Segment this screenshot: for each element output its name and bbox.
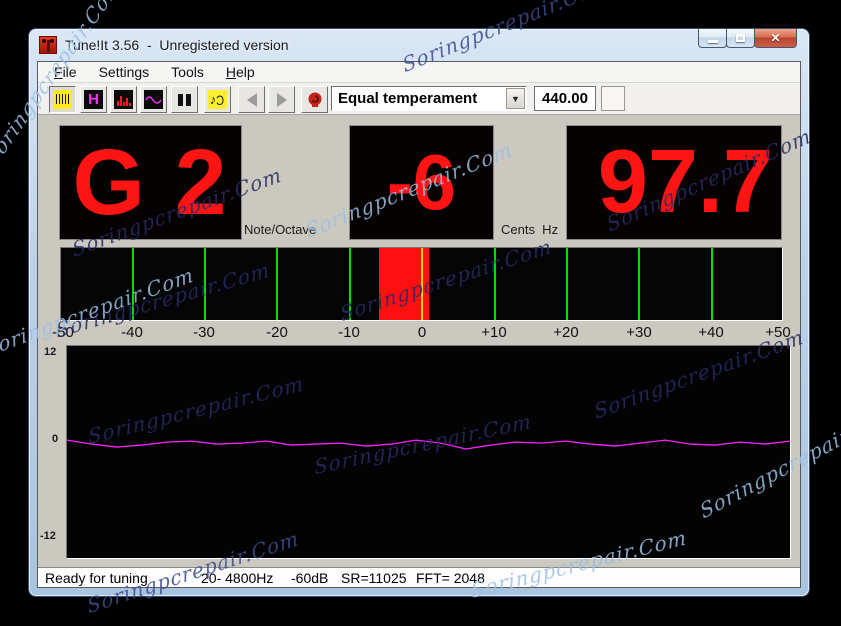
window-title: Tune!It 3.56 - Unregistered version (65, 37, 289, 53)
menu-bar: File Settings Tools Help (38, 62, 800, 83)
status-bar: Ready for tuning 20- 4800Hz -60dB SR=110… (38, 567, 800, 587)
menu-help[interactable]: Help (215, 63, 266, 81)
waveform-ymax-label: 12 (44, 346, 57, 358)
chevron-down-icon[interactable]: ▼ (506, 88, 525, 109)
waveform-panel (66, 345, 791, 559)
status-fft: FFT= 2048 (416, 570, 485, 586)
strobe-icon (53, 90, 72, 109)
menu-tools[interactable]: Tools (160, 63, 215, 81)
waveform-trace (66, 439, 791, 450)
client-area: File Settings Tools Help H ♪ Ɔ Equal tem… (37, 61, 801, 588)
minimize-button[interactable] (698, 29, 727, 48)
meter-tick (494, 248, 496, 320)
pause-button[interactable] (171, 86, 198, 113)
harmonics-icon: H (84, 90, 103, 109)
next-arrow-icon (276, 92, 287, 107)
cents-display: -6 (349, 125, 494, 240)
maximize-button[interactable] (726, 29, 755, 48)
waveform-ymin-label: -12 (40, 530, 56, 542)
meter-zero-line (421, 248, 423, 320)
pause-icon (175, 90, 194, 109)
meter-tick (638, 248, 640, 320)
strobe-view-button[interactable] (49, 86, 76, 113)
reference-frequency-input[interactable] (534, 86, 596, 111)
frequency-display: 97.7 (566, 125, 782, 240)
status-ready: Ready for tuning (45, 570, 148, 586)
status-samplerate: SR=11025 (341, 570, 407, 586)
harmonics-view-button[interactable]: H (80, 86, 107, 113)
meter-tick (276, 248, 278, 320)
menu-settings[interactable]: Settings (88, 63, 161, 81)
cents-meter (60, 247, 783, 321)
title-bar: Tune!It 3.56 - Unregistered version ✕ (29, 29, 809, 61)
previous-note-button[interactable] (238, 86, 265, 113)
meter-tick (204, 248, 206, 320)
aux-box-button[interactable] (601, 86, 625, 111)
toolbar: H ♪ Ɔ Equal temperament ▼ 440.00 (38, 83, 800, 115)
meter-tick (349, 248, 351, 320)
waveform-yzero-label: 0 (52, 433, 59, 445)
sine-wave-icon (144, 90, 163, 109)
play-reference-note-button[interactable]: ♪ Ɔ (204, 86, 231, 113)
app-icon (39, 36, 57, 54)
spectrum-view-button[interactable] (110, 86, 137, 113)
cents-hz-label: Cents Hz (501, 222, 559, 237)
minimize-icon (707, 39, 718, 43)
previous-arrow-icon (246, 92, 257, 107)
meter-scale: -50 -40 -30 -20 -10 0 +10 +20 +30 +40 +5… (52, 324, 791, 341)
meter-tick (711, 248, 713, 320)
status-range: 20- 4800Hz (201, 570, 274, 586)
status-db: -60dB (291, 570, 329, 586)
menu-file[interactable]: File (43, 63, 88, 81)
close-icon: ✕ (770, 31, 781, 45)
meter-tick (566, 248, 568, 320)
meter-tick (132, 248, 134, 320)
note-octave-label: Note/Octave (244, 222, 317, 237)
close-button[interactable]: ✕ (754, 29, 797, 48)
next-note-button[interactable] (268, 86, 295, 113)
note-ear-icon: ♪ Ɔ (208, 90, 227, 109)
temperament-select[interactable]: Equal temperament ▼ (331, 86, 527, 111)
app-window: Tune!It 3.56 - Unregistered version ✕ Fi… (28, 28, 810, 597)
listen-head-icon (308, 92, 321, 107)
temperament-value: Equal temperament (338, 90, 478, 107)
note-display: G 2 (59, 125, 242, 240)
maximize-icon (736, 34, 745, 42)
spectrum-icon (114, 90, 133, 109)
listen-mode-button[interactable] (301, 86, 328, 113)
waveform-view-button[interactable] (140, 86, 167, 113)
